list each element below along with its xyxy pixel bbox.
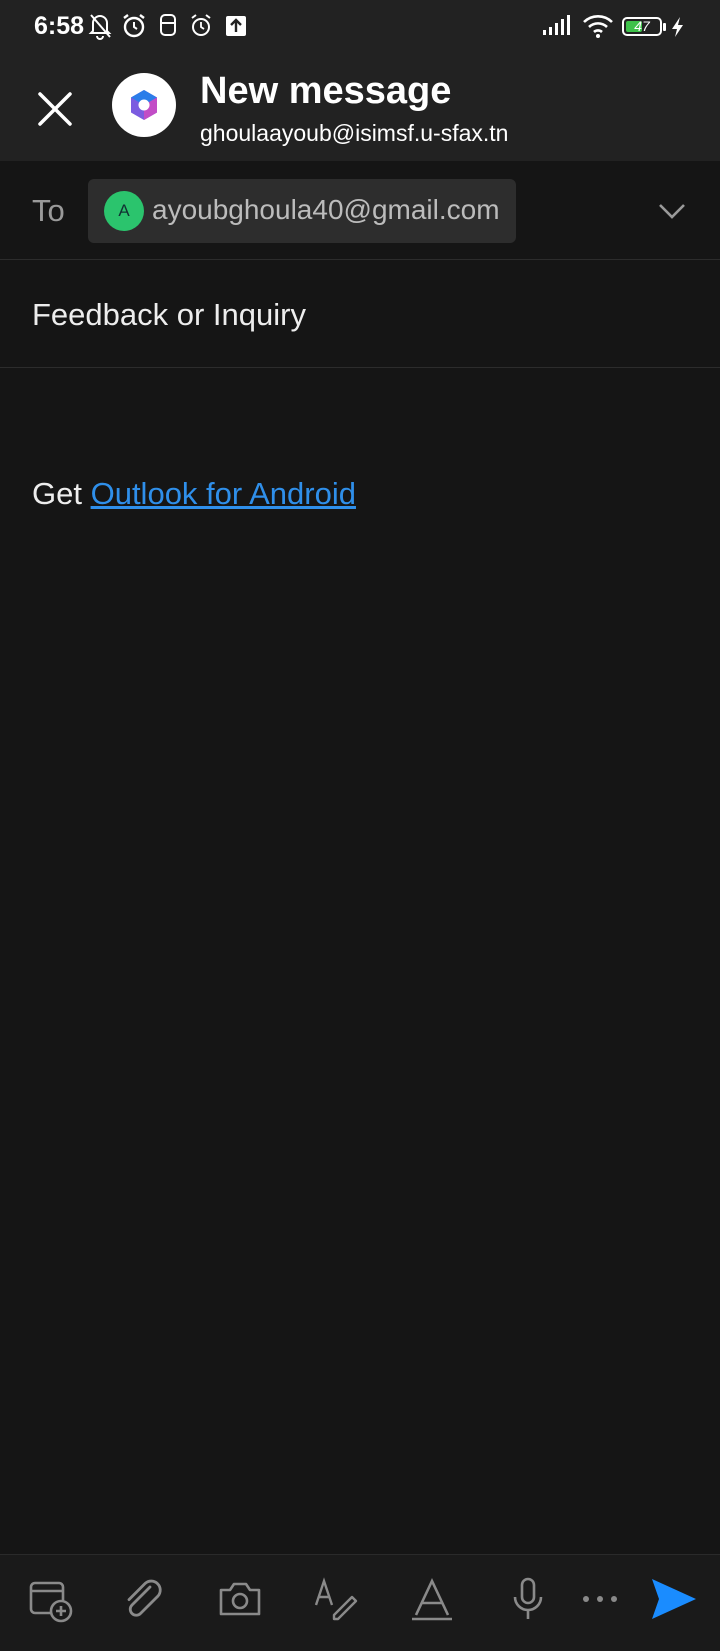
recipient-email: ayoubghoula40@gmail.com xyxy=(152,194,500,225)
send-icon[interactable] xyxy=(648,1573,700,1625)
status-time: 6:58 xyxy=(34,12,85,40)
microsoft-365-logo-icon xyxy=(131,90,157,120)
to-label: To xyxy=(32,193,65,228)
camera-icon[interactable] xyxy=(216,1575,264,1623)
status-bar: 6:58 47 xyxy=(0,0,720,54)
format-text-icon[interactable] xyxy=(408,1575,456,1623)
recipient-avatar: A xyxy=(104,191,144,231)
attachment-icon[interactable] xyxy=(120,1575,168,1623)
sender-account[interactable]: ghoulaayoub@isimsf.u-sfax.tn xyxy=(200,120,508,147)
more-icon[interactable] xyxy=(576,1575,624,1623)
page-title: New message xyxy=(200,70,452,112)
wifi-icon xyxy=(583,15,613,38)
compose-toolbar xyxy=(0,1554,720,1651)
draw-icon[interactable] xyxy=(312,1575,360,1623)
charging-icon xyxy=(672,17,683,37)
chevron-down-icon[interactable] xyxy=(656,199,688,223)
battery-icon: 47 xyxy=(622,17,666,36)
to-field[interactable]: To A ayoubghoula40@gmail.com xyxy=(0,161,720,260)
upload-icon xyxy=(226,16,246,36)
bell-off-icon xyxy=(88,14,112,40)
sim-icon xyxy=(160,14,176,36)
close-icon[interactable] xyxy=(26,80,86,140)
subject-field[interactable]: Feedback or Inquiry xyxy=(0,260,720,368)
alarm-icon xyxy=(191,14,211,36)
signature-prefix: Get xyxy=(32,476,82,511)
compose-header: New message ghoulaayoub@isimsf.u-sfax.tn xyxy=(0,54,720,161)
alarm-icon xyxy=(123,14,145,38)
outlook-android-link[interactable]: Outlook for Android xyxy=(91,476,356,511)
battery-level: 47 xyxy=(634,18,650,34)
subject-text[interactable]: Feedback or Inquiry xyxy=(32,297,306,333)
add-event-icon[interactable] xyxy=(26,1575,74,1623)
signal-icon xyxy=(543,15,570,35)
microphone-icon[interactable] xyxy=(504,1575,552,1623)
recipient-chip[interactable]: A ayoubghoula40@gmail.com xyxy=(88,179,516,243)
message-body[interactable]: Get Outlook for Android xyxy=(32,476,356,512)
account-avatar[interactable] xyxy=(112,73,176,137)
